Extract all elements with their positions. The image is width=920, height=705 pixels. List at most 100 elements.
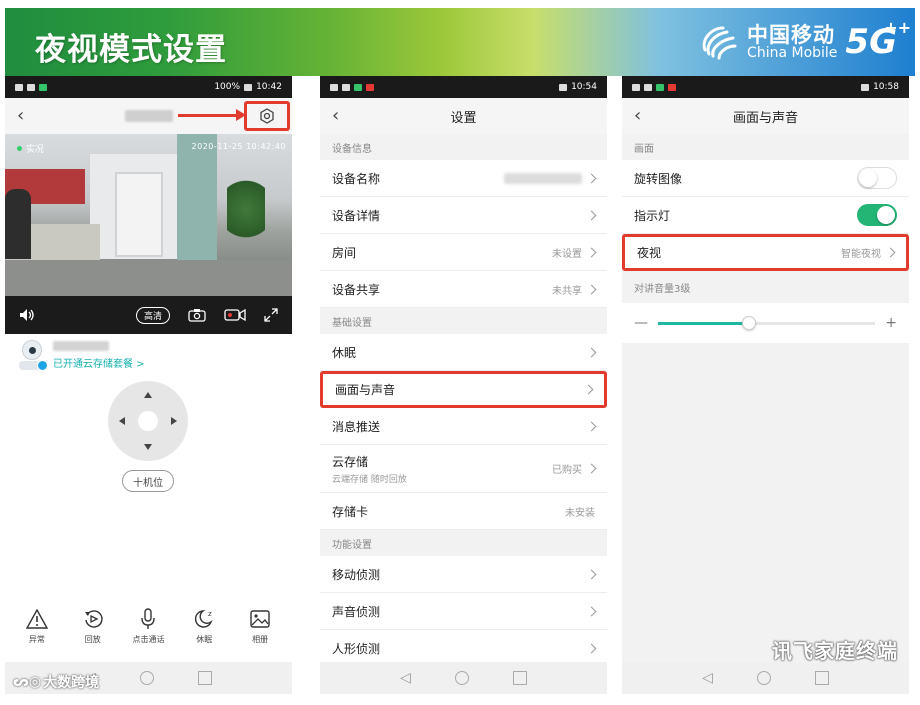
chevron-right-icon: [586, 284, 597, 294]
volume-increase-button[interactable]: +: [885, 315, 897, 331]
settings-row-room[interactable]: 房间 未设置: [320, 234, 607, 271]
china-mobile-logo-icon: [702, 26, 737, 60]
ptz-direction-pad[interactable]: [108, 381, 188, 461]
settings-row-cloud-storage[interactable]: 云存储 云端存储 随时回放 已购买: [320, 445, 607, 493]
cloud-storage-link[interactable]: 已开通云存储套餐 >: [53, 355, 145, 370]
brand-name-cn: 中国移动: [747, 22, 836, 47]
chevron-right-icon: [586, 421, 597, 431]
phone-picture-sound: 10:58 ‹ 画面与声音 画面 旋转图像 指示灯 夜视 智能夜视 对讲音量3级…: [622, 76, 909, 694]
settings-row-notifications[interactable]: 消息推送: [320, 408, 607, 445]
chevron-right-icon: [586, 173, 597, 183]
device-info-row[interactable]: 已开通云存储套餐 >: [5, 334, 292, 376]
battery-level: 100%: [214, 82, 241, 92]
nav-home-icon[interactable]: [454, 671, 469, 685]
nav-bar: ‹ 画面与声音: [622, 98, 909, 134]
live-video-feed[interactable]: 实况 2020-11-25 10:42:40: [5, 134, 292, 296]
indicator-light-toggle[interactable]: [857, 204, 897, 226]
settings-gear-icon: [260, 108, 274, 124]
pan-right-arrow-icon[interactable]: [171, 417, 177, 425]
microphone-icon: [137, 608, 159, 630]
status-time: 10:42: [256, 82, 282, 92]
settings-row-sound-detection[interactable]: 声音侦测: [320, 593, 607, 630]
settings-row-device-details[interactable]: 设备详情: [320, 197, 607, 234]
pan-down-arrow-icon[interactable]: [144, 444, 152, 450]
ptz-center[interactable]: [138, 411, 158, 431]
status-bar: 10:58: [622, 76, 909, 98]
settings-row-device-share[interactable]: 设备共享 未共享: [320, 271, 607, 308]
nav-back-icon[interactable]: ◁: [400, 670, 411, 686]
settings-row-night-vision[interactable]: 夜视 智能夜视: [622, 234, 909, 271]
toolbar-item-playback[interactable]: 回放: [68, 608, 118, 645]
chevron-right-icon: [583, 384, 594, 395]
page-title: 画面与声音: [732, 110, 798, 126]
toolbar-item-album[interactable]: 相册: [235, 608, 285, 645]
section-header: 画面: [622, 134, 909, 160]
sleep-icon: z: [193, 608, 215, 630]
nav-home-icon[interactable]: [139, 671, 154, 685]
device-name-blurred: [504, 172, 582, 184]
record-video-icon[interactable]: [224, 308, 246, 322]
playback-icon: [82, 608, 104, 630]
album-icon: [249, 608, 271, 630]
device-name-blurred: [53, 340, 109, 351]
page-title: 设置: [450, 110, 477, 126]
status-bar: 100% 10:42: [5, 76, 292, 98]
battery-icon: [559, 83, 568, 91]
settings-row-sd-card[interactable]: 存储卡 未安装: [320, 493, 607, 530]
phone-settings: 10:54 ‹ 设置 设备信息 设备名称 设备详情 房间 未设置 设备共享 未共…: [320, 76, 607, 694]
fullscreen-icon[interactable]: [264, 308, 278, 322]
chevron-right-icon: [586, 347, 597, 357]
system-nav-bar: ◁: [320, 662, 607, 694]
nav-bar: ‹: [5, 98, 292, 134]
preset-position-button[interactable]: 十机位: [122, 470, 174, 492]
pan-up-arrow-icon[interactable]: [144, 392, 152, 398]
live-indicator: 实况: [17, 142, 44, 155]
annotation-arrow: [178, 109, 246, 121]
status-bar: 10:54: [320, 76, 607, 98]
nav-recent-icon[interactable]: [197, 671, 212, 685]
chevron-right-icon: [586, 643, 597, 653]
settings-button-highlight[interactable]: [244, 101, 290, 131]
back-arrow-icon[interactable]: ‹: [634, 107, 650, 125]
volume-decrease-button[interactable]: —: [634, 315, 648, 331]
section-header: 对讲音量3级: [622, 271, 909, 303]
brand-logo-group: 中国移动 China Mobile 5G ++: [697, 18, 911, 66]
phone-live-view: 100% 10:42 ‹ 实况 2020-11-25 10:42:40 高清 已…: [5, 76, 292, 694]
rotate-image-toggle[interactable]: [857, 167, 897, 189]
video-timestamp: 2020-11-25 10:42:40: [191, 142, 286, 151]
toolbar-item-sleep[interactable]: z 休眠: [179, 608, 229, 645]
nav-recent-icon[interactable]: [814, 671, 829, 685]
back-arrow-icon[interactable]: ‹: [332, 107, 348, 125]
video-control-bar: 高清: [5, 296, 292, 334]
battery-icon: [861, 83, 870, 91]
speaker-icon[interactable]: [19, 308, 35, 322]
settings-row-sleep[interactable]: 休眠: [320, 334, 607, 371]
screenshot-camera-icon[interactable]: [188, 308, 206, 322]
back-arrow-icon[interactable]: ‹: [17, 107, 33, 125]
nav-back-icon[interactable]: ◁: [702, 670, 713, 686]
settings-row-rotate-image[interactable]: 旋转图像: [622, 160, 909, 197]
watermark-right: 讯飞家庭终端: [772, 639, 898, 663]
night-vision-mode: 智能夜视: [841, 249, 881, 260]
bottom-toolbar: 异常 回放 点击通话 z 休眠 相册: [5, 608, 292, 645]
camera-device-icon: [19, 340, 48, 371]
pan-left-arrow-icon[interactable]: [119, 417, 125, 425]
settings-row-device-name[interactable]: 设备名称: [320, 160, 607, 197]
toolbar-item-alert[interactable]: 异常: [12, 608, 62, 645]
toolbar-item-talk[interactable]: 点击通话: [123, 608, 173, 645]
chevron-right-icon: [586, 463, 597, 474]
brand-5g: 5G ++: [845, 18, 911, 62]
weibo-logo-icon: ᔕ◎: [13, 674, 42, 690]
volume-slider-handle[interactable]: [742, 315, 757, 330]
settings-row-motion-detection[interactable]: 移动侦测: [320, 556, 607, 593]
banner-title: 夜视模式设置: [35, 32, 227, 68]
volume-slider[interactable]: [658, 315, 876, 330]
settings-row-picture-sound[interactable]: 画面与声音: [320, 371, 607, 408]
battery-icon: [244, 83, 253, 91]
nav-recent-icon[interactable]: [512, 671, 527, 685]
volume-slider-row: — +: [622, 303, 909, 343]
quality-toggle[interactable]: 高清: [135, 306, 170, 324]
nav-home-icon[interactable]: [756, 671, 771, 685]
settings-row-indicator-light[interactable]: 指示灯: [622, 197, 909, 234]
chevron-right-icon: [586, 569, 597, 579]
